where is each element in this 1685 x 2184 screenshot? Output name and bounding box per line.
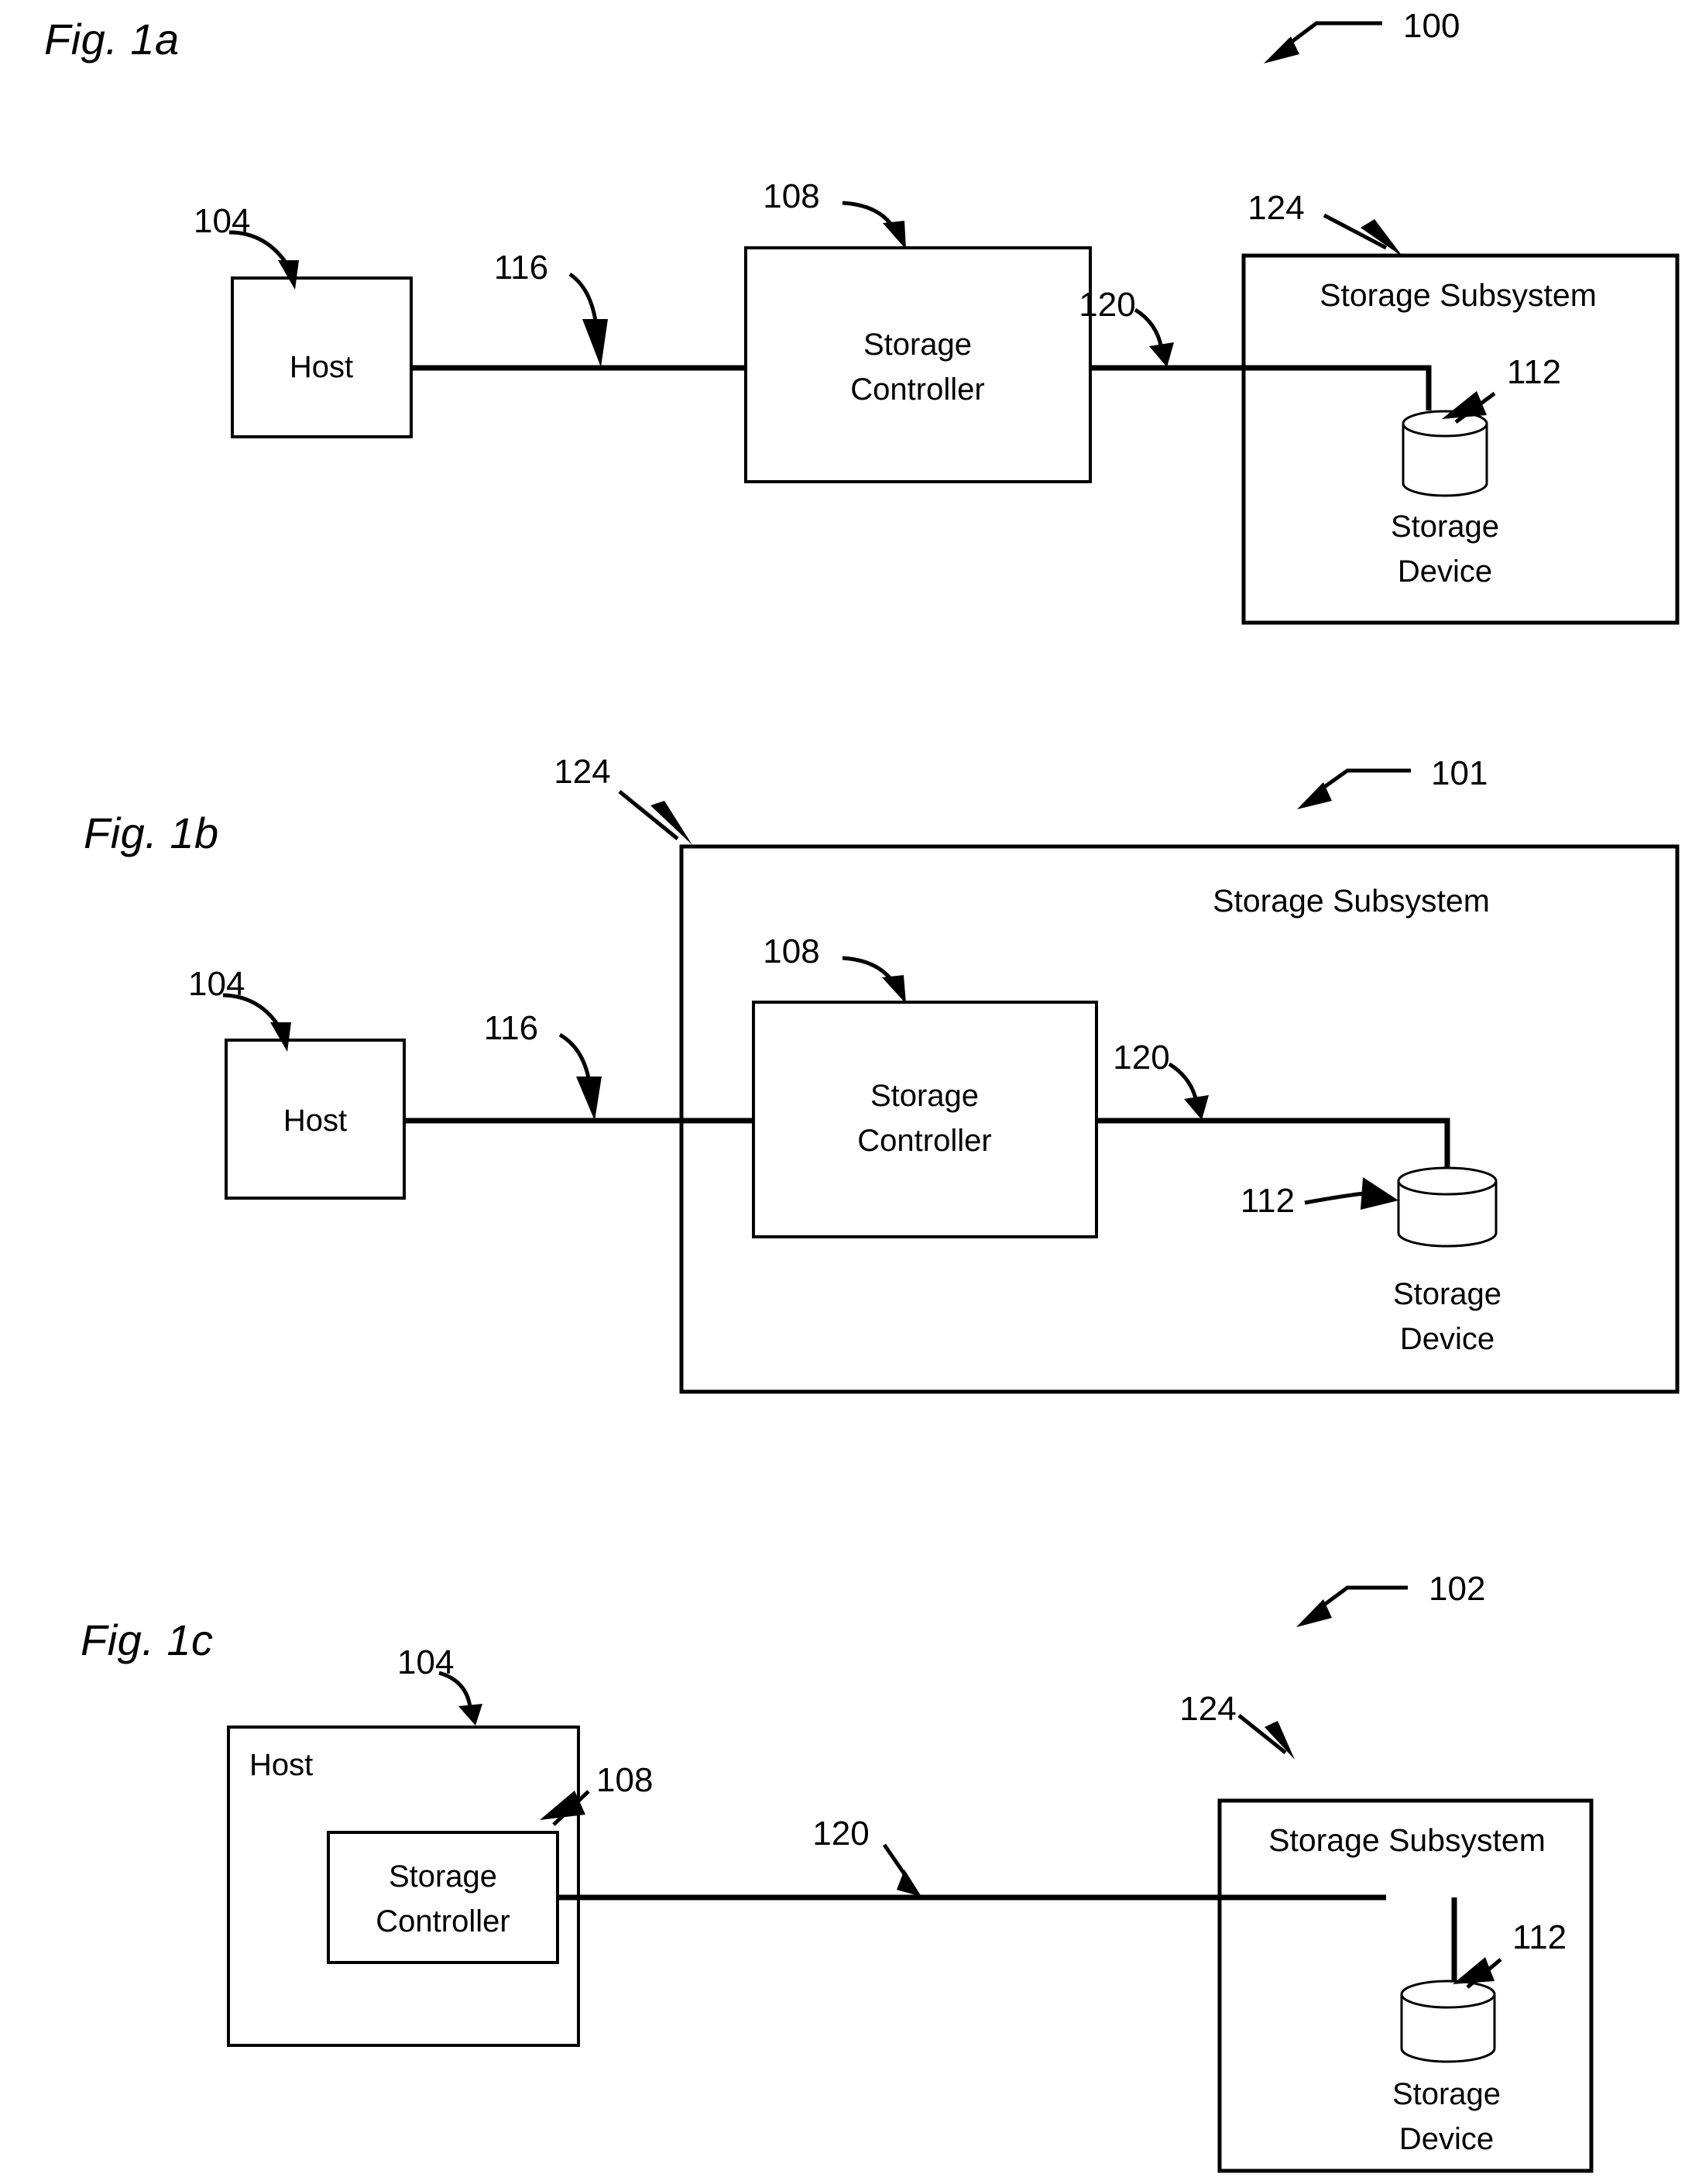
fig1b-host-ref: 104 xyxy=(188,965,245,1003)
ref-leader-101 xyxy=(1297,768,1411,809)
fig1c-device-label-line1: Storage xyxy=(1392,2077,1501,2111)
fig1c-device-label-line2: Device xyxy=(1399,2122,1494,2156)
ref-leader-120-fig1b xyxy=(1168,1062,1209,1120)
fig1c-host-ref: 104 xyxy=(397,1643,454,1681)
fig1a-system-ref: 100 xyxy=(1403,7,1460,45)
fig1a-link-120 xyxy=(1090,365,1432,410)
fig1b-device-ref: 112 xyxy=(1241,1182,1295,1220)
fig1a-subsystem-ref: 124 xyxy=(1247,189,1304,227)
fig1b-storage-device-cylinder xyxy=(1397,1166,1498,1248)
fig1a-link120-ref: 120 xyxy=(1079,286,1135,324)
fig1c-storage-device-cylinder xyxy=(1400,1980,1496,2063)
fig1a-device-label-line1: Storage xyxy=(1391,510,1499,544)
fig1a-host-label: Host xyxy=(290,350,353,384)
fig1b-system-ref: 101 xyxy=(1431,754,1488,792)
fig1b-controller-label-line1: Storage xyxy=(870,1079,979,1113)
fig1c-label: Fig. 1c xyxy=(81,1616,214,1664)
fig1b-device-label-line2: Device xyxy=(1400,1322,1495,1356)
ref-leader-104-fig1a xyxy=(228,230,299,290)
fig1b-subsystem-label: Storage Subsystem xyxy=(1213,883,1490,919)
ref-leader-104-fig1b xyxy=(222,993,291,1052)
fig1b-controller-ref: 108 xyxy=(763,932,819,970)
fig1a-label: Fig. 1a xyxy=(44,15,180,64)
patent-drawing-sheet: Fig. 1a 100 104 Host 108 Storage Control… xyxy=(0,0,1685,2184)
fig1b-device-label-line1: Storage xyxy=(1393,1277,1501,1311)
drawing-canvas: Fig. 1a 100 104 Host 108 Storage Control… xyxy=(44,7,1680,2173)
ref-leader-124-fig1c xyxy=(1237,1714,1295,1760)
ref-leader-120-fig1a xyxy=(1134,307,1174,367)
fig1c-system-ref: 102 xyxy=(1429,1570,1485,1608)
fig1b-subsystem-ref: 124 xyxy=(554,753,610,791)
fig1a-subsystem-label: Storage Subsystem xyxy=(1320,277,1597,313)
fig1b-label: Fig. 1b xyxy=(84,809,219,857)
fig1c-link120-ref: 120 xyxy=(812,1815,869,1853)
fig1c-device-ref: 112 xyxy=(1512,1918,1567,1956)
fig1a-controller-ref: 108 xyxy=(763,177,819,215)
fig1a-link116-ref: 116 xyxy=(494,249,548,287)
fig1c-controller-label-line2: Controller xyxy=(376,1904,510,1938)
ref-leader-120-fig1c xyxy=(882,1843,921,1897)
fig1c-controller-label-line1: Storage xyxy=(389,1859,497,1894)
ref-leader-108-fig1c xyxy=(540,1790,590,1826)
fig1a-device-label-line2: Device xyxy=(1398,555,1492,589)
fig1a-storage-controller-box xyxy=(744,246,1092,483)
fig1a-device-ref: 112 xyxy=(1507,353,1561,391)
fig1c-subsystem-ref: 124 xyxy=(1179,1690,1236,1728)
ref-leader-100 xyxy=(1264,21,1382,64)
ref-leader-124-fig1a xyxy=(1323,213,1403,257)
fig1b-storage-controller-box xyxy=(752,1001,1098,1238)
fig1c-controller-ref: 108 xyxy=(596,1761,653,1799)
ref-leader-116-fig1a xyxy=(568,272,608,367)
ref-leader-124-fig1b xyxy=(618,790,692,845)
fig1a-controller-label-line2: Controller xyxy=(850,373,984,407)
fig1c-subsystem-label: Storage Subsystem xyxy=(1268,1822,1546,1858)
fig1c-host-label: Host xyxy=(249,1748,313,1782)
fig1b-host-label: Host xyxy=(283,1104,347,1138)
fig1b-controller-label-line2: Controller xyxy=(857,1124,991,1158)
fig1a-storage-device-cylinder xyxy=(1402,410,1488,497)
ref-leader-112-fig1b xyxy=(1304,1177,1398,1210)
fig1b-link120-ref: 120 xyxy=(1113,1039,1169,1077)
fig1c-storage-controller-box xyxy=(327,1831,559,1964)
ref-leader-102 xyxy=(1296,1585,1408,1627)
fig1a-controller-label-line1: Storage xyxy=(863,328,972,362)
fig1b-link-120 xyxy=(1096,1118,1450,1167)
ref-leader-116-fig1b xyxy=(558,1032,602,1121)
ref-leader-108-fig1b xyxy=(842,956,906,1004)
fig1a-host-ref: 104 xyxy=(194,202,250,240)
fig1b-link116-ref: 116 xyxy=(484,1009,538,1047)
ref-leader-108-fig1a xyxy=(842,201,906,249)
